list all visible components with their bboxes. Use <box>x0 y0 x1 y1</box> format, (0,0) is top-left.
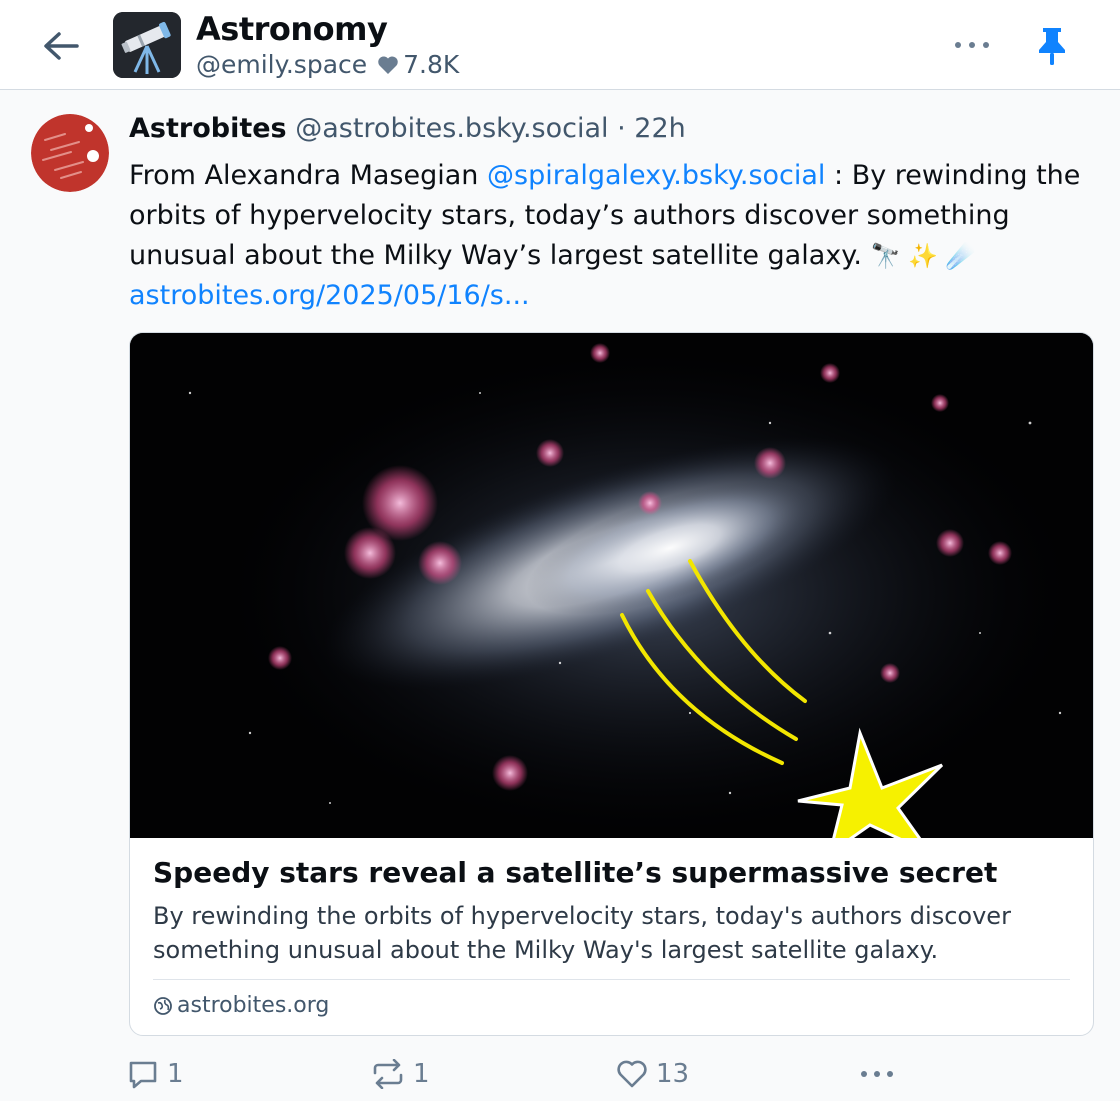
post-more-button[interactable] <box>860 1056 902 1092</box>
post-time[interactable]: 22h <box>634 113 685 144</box>
author-avatar[interactable] <box>31 114 109 192</box>
heart-icon <box>377 55 399 75</box>
author-handle[interactable]: @astrobites.bsky.social <box>295 113 608 144</box>
feed-subtitle: @emily.space 7.8K <box>196 50 459 79</box>
link-preview-card[interactable]: Speedy stars reveal a satellite’s superm… <box>129 332 1094 1036</box>
reply-count: 1 <box>167 1059 184 1089</box>
arrow-left-icon <box>44 32 79 60</box>
post-text: From Alexandra Masegian @spiralgalexy.bs… <box>129 156 1099 316</box>
post-url-link[interactable]: astrobites.org/2025/05/16/s... <box>129 280 530 311</box>
reply-button[interactable]: 1 <box>127 1056 184 1092</box>
mention-link[interactable]: @spiralgalexy.bsky.social <box>487 160 825 191</box>
telescope-icon <box>113 12 181 78</box>
galaxy-image <box>130 333 1093 857</box>
reply-icon <box>129 1061 157 1089</box>
astrobites-logo-icon <box>31 114 109 192</box>
header-separator: · <box>608 113 635 144</box>
repost-count: 1 <box>413 1059 430 1089</box>
back-button[interactable] <box>38 26 84 66</box>
post-emojis: 🔭 ✨ ☄️ <box>870 242 976 270</box>
ellipsis-icon <box>955 42 989 48</box>
like-count: 13 <box>656 1059 690 1089</box>
pin-icon <box>1039 28 1065 65</box>
card-title: Speedy stars reveal a satellite’s superm… <box>153 856 998 889</box>
like-button[interactable]: 13 <box>616 1056 689 1092</box>
repost-button[interactable]: 1 <box>371 1056 430 1092</box>
card-domain: astrobites.org <box>153 993 329 1018</box>
feed-title: Astronomy <box>196 10 388 48</box>
feed-likes-count: 7.8K <box>403 50 460 79</box>
card-thumbnail <box>130 333 1093 857</box>
post-header: Astrobites @astrobites.bsky.social · 22h <box>129 113 686 144</box>
card-description: By rewinding the orbits of hypervelocity… <box>153 902 1011 964</box>
card-divider <box>153 979 1070 980</box>
feed-handle[interactable]: @emily.space <box>196 50 367 79</box>
heart-icon <box>617 1060 647 1088</box>
card-domain-text: astrobites.org <box>177 993 330 1018</box>
feed-avatar[interactable] <box>113 12 181 78</box>
author-name[interactable]: Astrobites <box>129 113 287 144</box>
feed-more-button[interactable] <box>950 30 994 60</box>
globe-icon <box>153 996 173 1016</box>
ellipsis-icon <box>861 1071 893 1077</box>
pin-feed-button[interactable] <box>1032 24 1072 68</box>
repost-icon <box>373 1059 403 1089</box>
feed-header: Astronomy @emily.space 7.8K <box>0 0 1120 90</box>
post-text-prefix: From Alexandra Masegian <box>129 160 487 191</box>
